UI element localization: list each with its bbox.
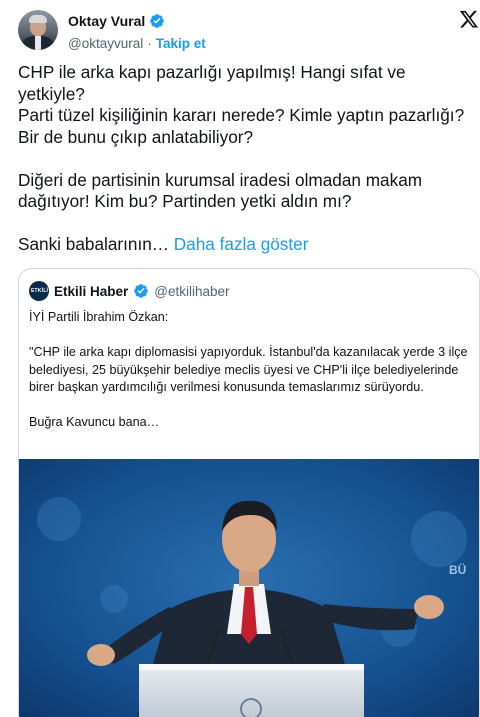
quoted-author-handle[interactable]: @etkilihaber xyxy=(154,284,229,299)
quoted-paragraph: Buğra Kavuncu bana… xyxy=(29,415,160,429)
quoted-text: İYİ Partili İbrahim Özkan: "CHP ile arka… xyxy=(29,309,474,449)
show-more-link[interactable]: Daha fazla göster xyxy=(174,234,309,254)
quoted-author-name[interactable]: Etkili Haber xyxy=(54,284,128,299)
author-handle[interactable]: @oktayvural xyxy=(68,36,143,51)
quoted-tweet[interactable]: ETKİLİ Etkili Haber @etkilihaber İYİ Par… xyxy=(18,268,480,717)
verified-badge-icon xyxy=(150,13,165,28)
author-name[interactable]: Oktay Vural xyxy=(68,13,145,29)
quoted-avatar[interactable]: ETKİLİ xyxy=(29,281,49,301)
speaker-photo: BÜ xyxy=(19,459,479,717)
quoted-paragraph: "CHP ile arka kapı diplomasisi yapıyordu… xyxy=(29,345,468,394)
separator-dot: · xyxy=(147,35,152,51)
backdrop-text: BÜ xyxy=(449,562,466,577)
author-avatar[interactable] xyxy=(18,10,58,50)
follow-button[interactable]: Takip et xyxy=(156,36,206,51)
author-block: Oktay Vural @oktayvural · Takip et xyxy=(68,11,206,52)
verified-badge-icon xyxy=(134,284,149,298)
x-logo-icon[interactable] xyxy=(459,9,479,29)
quoted-header: ETKİLİ Etkili Haber @etkilihaber xyxy=(29,281,230,301)
quoted-paragraph: İYİ Partili İbrahim Özkan: xyxy=(29,310,169,324)
quoted-avatar-text: ETKİLİ xyxy=(31,288,49,294)
tweet-body: CHP ile arka kapı pazarlığı yapılmış! Ha… xyxy=(18,62,465,254)
tweet-text: CHP ile arka kapı pazarlığı yapılmış! Ha… xyxy=(18,62,478,256)
quoted-photo[interactable]: BÜ xyxy=(19,459,479,717)
tweet-card: Oktay Vural @oktayvural · Takip et CHP i… xyxy=(0,0,480,717)
